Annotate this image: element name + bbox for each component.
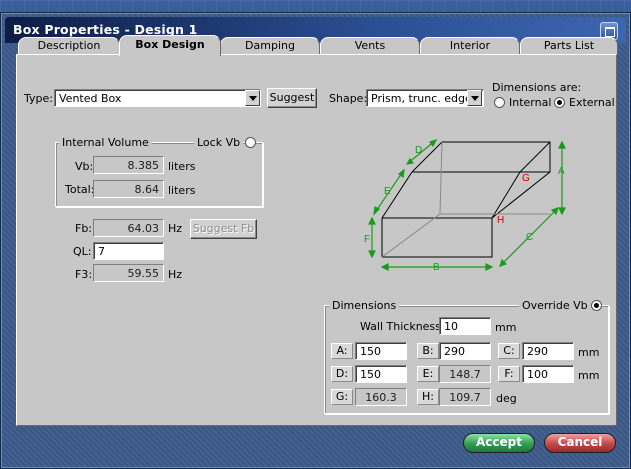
shape-value: Prism, trunc. edge	[371, 92, 472, 105]
dim-d-label: D	[415, 145, 422, 156]
ql-label: QL:	[73, 245, 92, 258]
dim-c-label: C	[526, 232, 533, 243]
lock-vb-label: Lock Vb	[194, 136, 244, 149]
f-unit: mm	[578, 369, 600, 382]
wall-thickness-input[interactable]: 10	[439, 317, 491, 335]
tab-damping[interactable]: Damping	[220, 37, 320, 54]
ql-input[interactable]: 7	[93, 242, 164, 260]
override-vb-radio[interactable]	[591, 300, 602, 311]
box-diagram: D E F A G H C B	[364, 138, 566, 273]
f3-unit: Hz	[168, 268, 183, 281]
external-label: External	[569, 96, 615, 109]
dim-d-cell-label: D:	[331, 366, 353, 382]
fb-unit: Hz	[168, 222, 183, 235]
dim-a-input[interactable]: 150	[355, 342, 407, 360]
f3-label: F3:	[75, 268, 93, 281]
type-label: Type:	[24, 92, 53, 105]
dim-b-input[interactable]: 290	[439, 342, 491, 360]
accept-button[interactable]: Accept	[463, 433, 535, 453]
dim-e-label: E	[384, 186, 391, 197]
vb-label: Vb:	[75, 160, 94, 173]
internal-radio[interactable]	[494, 97, 505, 108]
total-unit: liters	[168, 184, 196, 197]
dim-e-cell-label: E:	[417, 366, 439, 382]
override-vb-label: Override Vb	[519, 299, 591, 312]
cancel-button[interactable]: Cancel	[544, 433, 616, 453]
dim-f-cell-label: F:	[498, 366, 520, 382]
type-dropdown[interactable]: Vented Box	[54, 89, 261, 107]
box-front-edge	[382, 217, 493, 258]
type-value: Vented Box	[59, 92, 122, 105]
fb-label: Fb:	[75, 222, 93, 235]
dim-e-value: 148.7	[439, 365, 491, 383]
tab-parts-list[interactable]: Parts List	[520, 37, 618, 54]
dimensions-are-label: Dimensions are:	[492, 81, 582, 94]
tab-description[interactable]: Description	[18, 37, 120, 54]
dim-h-value: 109.7	[439, 388, 491, 406]
tab-box-design[interactable]: Box Design	[119, 35, 221, 56]
lock-vb-radio[interactable]	[245, 137, 256, 148]
type-dropdown-arrow-icon[interactable]	[245, 90, 260, 106]
dim-h-label: H	[497, 215, 504, 226]
tab-vents[interactable]: Vents	[320, 37, 420, 54]
wall-thickness-label: Wall Thickness:	[360, 320, 445, 333]
dim-a-cell-label: A:	[331, 343, 353, 359]
suggest-button[interactable]: Suggest	[267, 88, 317, 108]
dim-g-value: 160.3	[355, 388, 407, 406]
vb-unit: liters	[168, 160, 196, 173]
internal-volume-legend: Internal Volume	[59, 136, 152, 149]
total-value: 8.64	[93, 180, 164, 198]
f3-value: 59.55	[93, 264, 164, 282]
tab-interior[interactable]: Interior	[420, 37, 520, 54]
wall-thickness-unit: mm	[495, 321, 517, 334]
dim-f-input[interactable]: 100	[522, 365, 574, 383]
external-radio[interactable]	[554, 97, 565, 108]
shape-dropdown-arrow-icon[interactable]	[467, 90, 482, 106]
vb-value: 8.385	[93, 156, 164, 174]
fb-value: 64.03	[93, 219, 164, 237]
dimensions-legend: Dimensions	[329, 299, 400, 312]
dim-g-label: G	[522, 173, 530, 184]
dim-b-label: B	[433, 262, 440, 273]
dim-d-input[interactable]: 150	[355, 365, 407, 383]
dim-c-cell-label: C:	[498, 343, 520, 359]
dim-c-input[interactable]: 290	[522, 342, 574, 360]
suggest-fb-button[interactable]: Suggest Fb	[190, 219, 257, 239]
internal-label: Internal	[509, 96, 552, 109]
dim-f-label: F	[364, 234, 370, 245]
total-label: Total:	[65, 183, 95, 196]
shape-label: Shape:	[329, 92, 368, 105]
c-unit: mm	[578, 346, 600, 359]
dim-h-cell-label: H:	[417, 389, 439, 405]
deg-unit: deg	[496, 392, 517, 405]
dim-g-cell-label: G:	[331, 389, 353, 405]
dim-a-label: A	[558, 166, 565, 177]
dim-b-cell-label: B:	[417, 343, 439, 359]
